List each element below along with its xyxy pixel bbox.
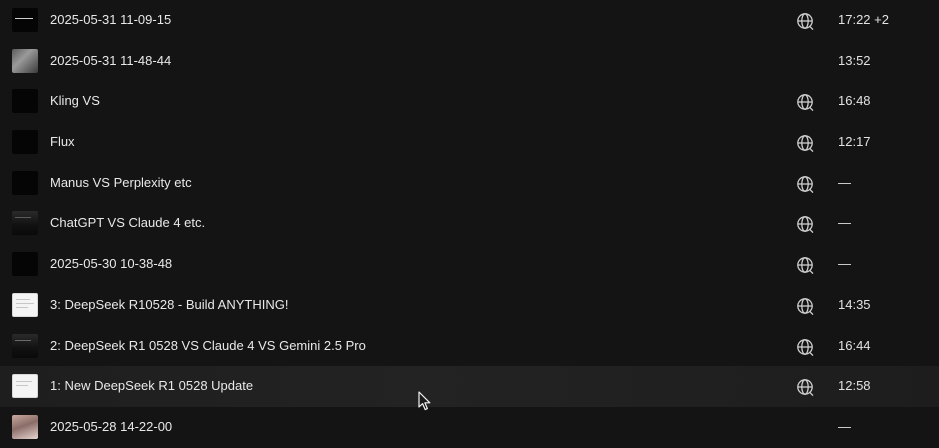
video-title[interactable]: Manus VS Perplexity etc <box>50 163 192 204</box>
video-thumbnail[interactable] <box>12 292 38 317</box>
globe-share-icon[interactable] <box>796 134 814 153</box>
globe-share-icon[interactable] <box>796 338 814 356</box>
list-item-hovered[interactable]: 1: New DeepSeek R1 0528 Update 12:58 <box>0 366 939 407</box>
video-duration: 12:58 <box>838 378 871 394</box>
list-item[interactable]: 3: DeepSeek R10528 - Build ANYTHING! 14:… <box>0 285 939 326</box>
video-title[interactable]: ChatGPT VS Claude 4 etc. <box>50 203 205 244</box>
video-duration: 17:22 +2 <box>838 12 889 27</box>
list-item[interactable]: 2025-05-28 14-22-00 — <box>0 407 939 448</box>
video-thumbnail[interactable] <box>12 414 38 439</box>
globe-share-icon[interactable] <box>796 297 814 315</box>
list-item[interactable]: Flux 12:17 <box>0 122 939 163</box>
video-list: 2025-05-31 11-09-15 17:22 +2 2025-05-31 … <box>0 0 939 448</box>
video-title[interactable]: 2025-05-28 14-22-00 <box>50 407 172 448</box>
video-thumbnail[interactable] <box>12 130 38 155</box>
video-thumbnail[interactable] <box>12 8 38 32</box>
video-title[interactable]: 3: DeepSeek R10528 - Build ANYTHING! <box>50 285 288 326</box>
list-item[interactable]: 2025-05-31 11-48-44 13:52 <box>0 41 939 82</box>
video-thumbnail[interactable] <box>12 211 38 236</box>
mouse-pointer-icon <box>418 391 432 411</box>
globe-share-icon[interactable] <box>796 215 814 234</box>
video-duration: — <box>838 174 851 190</box>
list-item[interactable]: 2: DeepSeek R1 0528 VS Claude 4 VS Gemin… <box>0 326 939 367</box>
video-title[interactable]: Flux <box>50 122 75 163</box>
video-duration: 16:44 <box>838 337 871 353</box>
video-thumbnail[interactable] <box>12 252 38 277</box>
video-title[interactable]: 2: DeepSeek R1 0528 VS Claude 4 VS Gemin… <box>50 326 366 367</box>
globe-share-icon[interactable] <box>796 378 814 397</box>
list-item[interactable]: Kling VS 16:48 <box>0 81 939 122</box>
globe-share-icon[interactable] <box>796 256 814 275</box>
list-item[interactable]: 2025-05-31 11-09-15 17:22 +2 <box>0 0 939 41</box>
globe-share-icon[interactable] <box>796 175 814 193</box>
video-duration: — <box>838 215 851 231</box>
video-thumbnail[interactable] <box>12 170 38 195</box>
video-duration: 12:17 <box>838 134 871 150</box>
video-title[interactable]: 2025-05-31 11-48-44 <box>50 41 171 82</box>
video-thumbnail[interactable] <box>12 48 38 73</box>
globe-share-icon[interactable] <box>796 93 814 112</box>
video-thumbnail[interactable] <box>12 89 38 114</box>
video-duration: — <box>838 418 851 434</box>
globe-share-icon[interactable] <box>796 12 814 30</box>
video-duration: 16:48 <box>838 93 871 109</box>
video-title[interactable]: 2025-05-30 10-38-48 <box>50 244 172 285</box>
list-item[interactable]: ChatGPT VS Claude 4 etc. — <box>0 203 939 244</box>
list-item[interactable]: 2025-05-30 10-38-48 — <box>0 244 939 285</box>
video-thumbnail[interactable] <box>12 374 38 399</box>
list-item[interactable]: Manus VS Perplexity etc — <box>0 163 939 204</box>
video-title[interactable]: Kling VS <box>50 81 100 122</box>
video-duration: — <box>838 256 851 272</box>
video-title[interactable]: 1: New DeepSeek R1 0528 Update <box>50 366 253 407</box>
video-duration: 14:35 <box>838 296 871 312</box>
video-duration: 13:52 <box>838 52 871 68</box>
video-thumbnail[interactable] <box>12 333 38 358</box>
video-title[interactable]: 2025-05-31 11-09-15 <box>50 0 171 41</box>
